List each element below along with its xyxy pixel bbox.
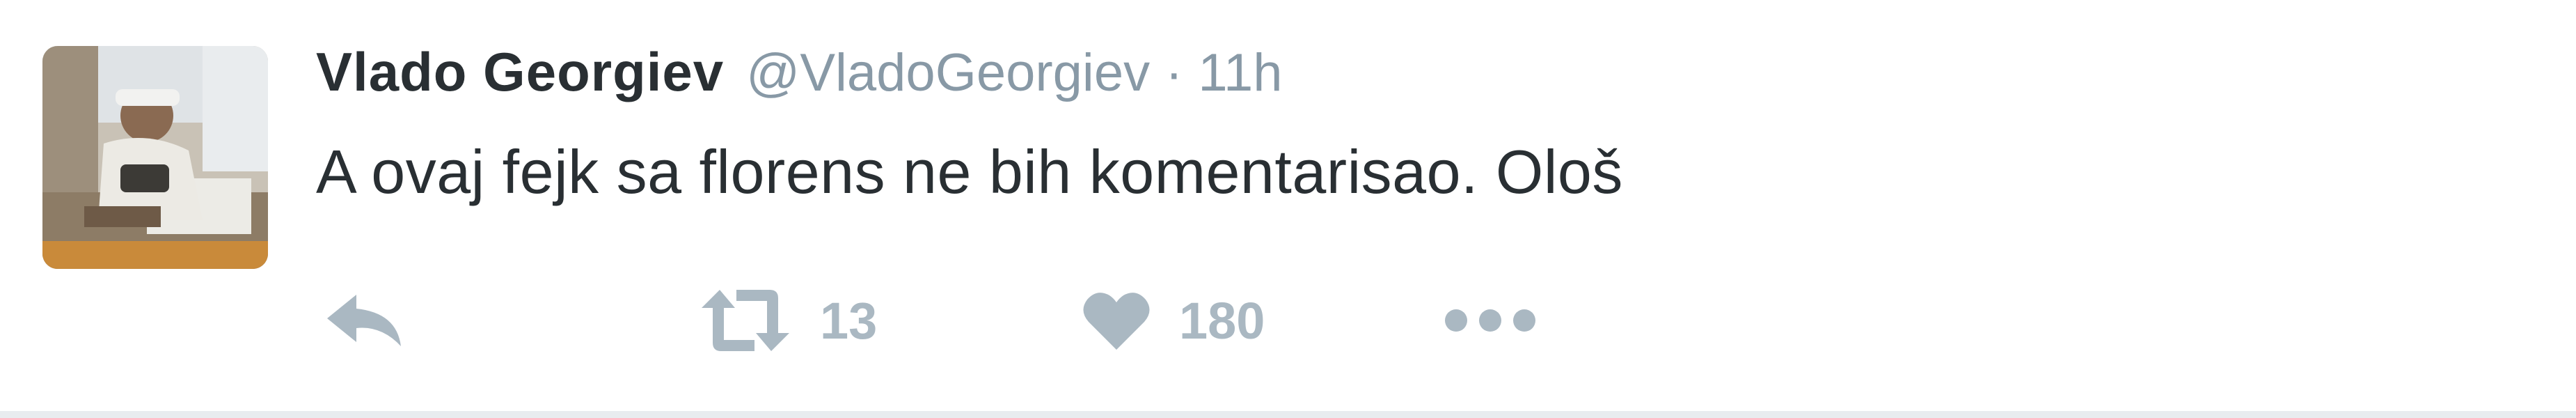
username-handle[interactable]: @VladoGeorgiev [746, 42, 1150, 103]
avatar[interactable] [42, 46, 268, 269]
like-button[interactable]: 180 [1082, 279, 1265, 362]
more-icon [1445, 309, 1535, 332]
avatar-photo [42, 46, 268, 269]
heart-icon [1083, 293, 1150, 350]
retweet-count: 13 [820, 291, 878, 350]
separator-dot: · [1165, 43, 1183, 102]
reply-button[interactable] [324, 279, 405, 362]
display-name[interactable]: Vlado Georgiev [316, 40, 724, 104]
retweet-button[interactable]: 13 [699, 279, 877, 362]
retweet-icon [702, 290, 789, 351]
tweet-header: Vlado Georgiev @VladoGeorgiev · 11h [316, 40, 1283, 117]
tweet-divider [0, 411, 2576, 418]
timestamp[interactable]: 11h [1198, 42, 1282, 103]
tweet-actions: 13 180 [316, 279, 1708, 362]
tweet-text: A ovaj fejk sa florens ne bih komentaris… [316, 137, 1623, 206]
like-count: 180 [1179, 291, 1265, 350]
reply-icon [327, 295, 401, 346]
more-options-button[interactable] [1444, 279, 1537, 362]
tweet[interactable]: Vlado Georgiev @VladoGeorgiev · 11h A ov… [0, 0, 2576, 414]
